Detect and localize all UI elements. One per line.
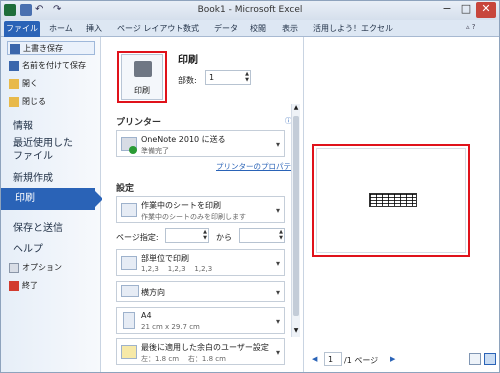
pages-to-input[interactable]: ▲ ▼ (239, 228, 285, 243)
chevron-down-icon: ▾ (275, 288, 280, 297)
printer-dropdown[interactable]: OneNote 2010 に送る 準備完了 ▾ (116, 130, 285, 157)
print-button[interactable]: 印刷 (121, 54, 163, 100)
chevron-down-icon: ▾ (275, 206, 280, 215)
tab-insert[interactable]: 挿入 (86, 23, 102, 34)
sheet-icon (121, 203, 137, 217)
pages-to-label: から (216, 233, 232, 242)
chevron-down-icon: ▾ (275, 140, 280, 149)
orientation-dropdown[interactable]: 横方向 ▾ (116, 281, 285, 302)
preview-page (316, 148, 466, 253)
save-command[interactable]: 上書き保存 (7, 41, 95, 55)
tab-review[interactable]: 校閲 (250, 23, 266, 34)
paper-icon (123, 312, 135, 329)
chevron-down-icon: ▾ (275, 317, 280, 326)
tab-data[interactable]: データ (214, 23, 238, 34)
close-folder-icon (9, 97, 19, 107)
margins-icon (121, 345, 137, 359)
page-number-input[interactable]: 1 (324, 352, 342, 366)
nav-new[interactable]: 新規作成 (13, 169, 53, 184)
scrollbar-thumb[interactable] (293, 116, 299, 316)
save-icon (10, 44, 20, 54)
page-total: /1 ページ (344, 356, 379, 365)
collate-icon (121, 256, 137, 270)
landscape-icon (121, 285, 139, 297)
next-page-icon[interactable]: ▶ (390, 355, 395, 363)
printer-properties-link[interactable]: プリンターのプロパティ (216, 161, 298, 172)
scroll-down-icon[interactable]: ▼ (292, 327, 300, 334)
tab-file[interactable]: ファイル (4, 21, 40, 37)
print-heading: 印刷 (178, 55, 198, 66)
nav-recent[interactable]: 最近使用した ファイル (13, 137, 93, 163)
print-preview-pane: ◀ 1 /1 ページ ▶ (303, 37, 499, 372)
tab-formulas[interactable]: 数式 (183, 23, 199, 34)
window-title: Book1 - Microsoft Excel (197, 5, 303, 15)
paper-size-dropdown[interactable]: A4 21 cm x 29.7 cm ▾ (116, 307, 285, 334)
copies-input[interactable]: 1 ▲ ▼ (205, 70, 251, 85)
tab-page-layout[interactable]: ページ レイアウト (117, 23, 183, 34)
pages-label: ページ指定: (116, 233, 159, 242)
show-margins-icon[interactable] (469, 353, 481, 365)
ready-check-icon (129, 146, 137, 154)
title-bar: ↶ ↷ Book1 - Microsoft Excel − □ ✕ (1, 1, 499, 20)
spin-arrows-icon[interactable]: ▲ ▼ (279, 229, 283, 241)
nav-print[interactable]: 印刷 (1, 188, 103, 210)
open-folder-icon (9, 79, 19, 89)
spin-arrows-icon[interactable]: ▲ ▼ (203, 229, 207, 241)
tab-home[interactable]: ホーム (49, 23, 73, 34)
chevron-down-icon: ▾ (275, 259, 280, 268)
margins-dropdown[interactable]: 最後に適用した余白のユーザー設定 左：1.8 cm 右：1.8 cm ▾ (116, 338, 285, 365)
spin-arrows-icon[interactable]: ▲ ▼ (245, 71, 249, 83)
options-icon (9, 263, 19, 273)
maximize-button[interactable]: □ (457, 2, 475, 18)
ribbon-collapse-icon[interactable]: ▵ ? (466, 23, 475, 31)
settings-scrollbar[interactable]: ▲ ▼ (291, 104, 300, 337)
ribbon-tabs: ファイル ホーム 挿入 ページ レイアウト 数式 データ 校閲 表示 活用しよう… (1, 20, 499, 37)
prev-page-icon[interactable]: ◀ (312, 355, 317, 363)
close-button[interactable]: ✕ (476, 2, 496, 18)
backstage-nav: 上書き保存 名前を付けて保存 開く 閉じる 情報 最近使用した ファイル 新規作… (1, 37, 103, 372)
excel-window: ↶ ↷ Book1 - Microsoft Excel − □ ✕ ファイル ホ… (0, 0, 500, 373)
tab-view[interactable]: 表示 (282, 23, 298, 34)
chevron-down-icon: ▾ (275, 348, 280, 357)
printer-heading: プリンター (116, 118, 162, 128)
print-scope-dropdown[interactable]: 作業中のシートを印刷 作業中のシートのみを印刷します ▾ (116, 196, 285, 223)
zoom-page-icon[interactable] (484, 353, 496, 365)
print-settings-panel: 印刷 印刷 部数: 1 ▲ ▼ プリンター ⓘ OneNote 2010 に送る … (102, 37, 300, 372)
settings-heading: 設定 (116, 184, 135, 194)
minimize-button[interactable]: − (438, 2, 456, 18)
collate-dropdown[interactable]: 部単位で印刷 1,2,3 1,2,3 1,2,3 ▾ (116, 249, 285, 276)
scroll-up-icon[interactable]: ▲ (292, 104, 300, 111)
save-as-icon (9, 61, 19, 71)
nav-info[interactable]: 情報 (13, 117, 33, 132)
nav-help[interactable]: ヘルプ (13, 240, 43, 255)
nav-share[interactable]: 保存と送信 (13, 219, 63, 234)
copies-label: 部数: (178, 76, 197, 85)
printer-icon (134, 61, 152, 77)
preview-table-thumbnail (369, 193, 417, 207)
exit-icon (9, 281, 19, 291)
pages-from-input[interactable]: ▲ ▼ (165, 228, 209, 243)
tab-addin[interactable]: 活用しよう！エクセル (313, 23, 393, 34)
